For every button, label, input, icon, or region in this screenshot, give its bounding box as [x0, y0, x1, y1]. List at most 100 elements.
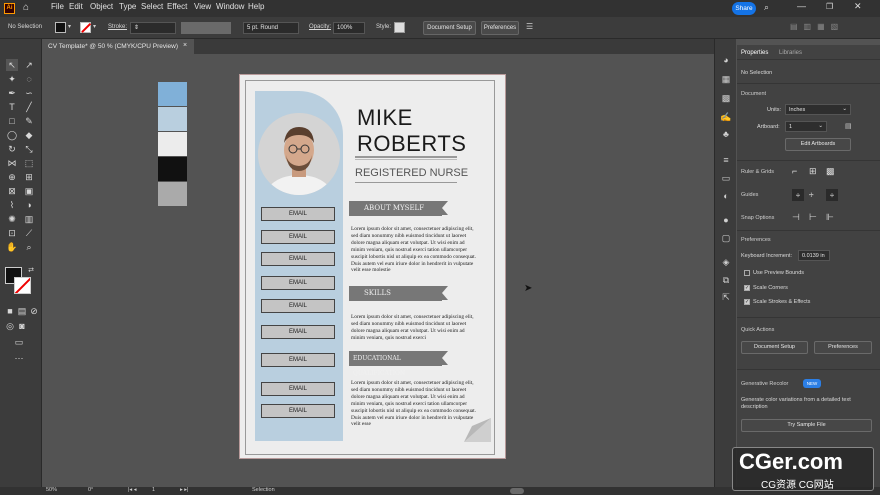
share-button[interactable]: Share: [732, 2, 756, 15]
menu-type[interactable]: Type: [119, 2, 136, 11]
email-box[interactable]: EMAIL: [261, 252, 335, 266]
free-transform-icon[interactable]: ⬚: [23, 157, 35, 169]
email-box[interactable]: EMAIL: [261, 230, 335, 244]
snap-point-icon[interactable]: ⊣: [792, 212, 800, 223]
menu-view[interactable]: View: [194, 2, 211, 11]
smart-guides-icon[interactable]: ⧾: [826, 189, 838, 201]
paintbrush-icon[interactable]: ✎: [23, 115, 35, 127]
tab-close-icon[interactable]: ×: [183, 42, 187, 49]
email-box[interactable]: EMAIL: [261, 382, 335, 396]
email-box[interactable]: EMAIL: [261, 325, 335, 339]
profile-photo[interactable]: [258, 113, 340, 195]
stroke-swatch[interactable]: [80, 22, 91, 33]
fill-swatch[interactable]: [55, 22, 66, 33]
page-nav[interactable]: |◂ ◂: [128, 487, 136, 493]
email-box[interactable]: EMAIL: [261, 353, 335, 367]
lasso-icon[interactable]: ◌: [23, 73, 35, 85]
artboard-tool-icon[interactable]: ⊡: [6, 227, 18, 239]
keyboard-increment-field[interactable]: 0.0139 in: [798, 250, 830, 261]
menu-select[interactable]: Select: [141, 2, 163, 11]
color-guide-icon[interactable]: ▦: [720, 73, 732, 85]
artboards-icon[interactable]: ⧉: [720, 274, 732, 286]
screen-mode-icon[interactable]: ▭: [13, 336, 25, 348]
stroke-color-icon[interactable]: [14, 277, 31, 294]
preferences-button[interactable]: Preferences: [481, 21, 519, 35]
stroke-panel-icon[interactable]: ≡: [720, 154, 732, 166]
gradient-panel-icon[interactable]: ▭: [720, 172, 732, 184]
cv-last-name[interactable]: ROBERTS: [357, 131, 466, 157]
stroke-weight-field[interactable]: ⇕: [130, 22, 176, 34]
section-ribbon-education[interactable]: EDUCATIONAL QUALIFICATION: [349, 351, 448, 377]
eraser-icon[interactable]: ◆: [23, 129, 35, 141]
document-tab[interactable]: CV Template* @ 50 % (CMYK/CPU Preview) ×: [42, 39, 194, 54]
width-tool-icon[interactable]: ⋈: [6, 157, 18, 169]
zoom-tool-icon[interactable]: ⌕: [23, 241, 35, 253]
symbols-icon[interactable]: ♣: [720, 128, 732, 140]
email-box[interactable]: EMAIL: [261, 276, 335, 290]
tab-libraries[interactable]: Libraries: [779, 50, 802, 56]
email-box[interactable]: EMAIL: [261, 207, 335, 221]
color-swatch[interactable]: [158, 82, 187, 106]
try-sample-file-button[interactable]: Try Sample File: [741, 419, 872, 432]
show-guides-icon[interactable]: ⧾: [792, 189, 804, 201]
use-preview-bounds-checkbox[interactable]: [744, 270, 750, 276]
home-icon[interactable]: ⌂: [23, 2, 29, 13]
menu-edit[interactable]: Edit: [69, 2, 83, 11]
page-number[interactable]: 1: [152, 487, 155, 493]
shaper-icon[interactable]: ◯: [6, 129, 18, 141]
zoom-level[interactable]: 50%: [46, 487, 57, 493]
units-select[interactable]: Inches ⌄: [785, 104, 851, 115]
restore-icon[interactable]: ❐: [826, 2, 833, 11]
grid-icon[interactable]: ⊞: [809, 166, 817, 177]
rotate-icon[interactable]: ↻: [6, 143, 18, 155]
none-mode-icon[interactable]: ⊘: [28, 305, 40, 317]
tab-properties[interactable]: Properties: [741, 50, 768, 56]
section-ribbon-skills[interactable]: SKILLS: [349, 286, 448, 301]
variable-width-profile[interactable]: [181, 22, 231, 34]
color-panel-icon[interactable]: ◕: [720, 54, 732, 66]
close-icon[interactable]: ✕: [854, 1, 862, 12]
rectangle-tool-icon[interactable]: □: [6, 115, 18, 127]
appearance-icon[interactable]: ●: [720, 214, 732, 226]
more-tools-icon[interactable]: ⋯: [13, 352, 25, 364]
status-mode[interactable]: Selection: [252, 487, 275, 493]
type-tool-icon[interactable]: T: [6, 101, 18, 113]
illustrator-logo-icon[interactable]: Ai: [4, 3, 15, 14]
section-ribbon-about[interactable]: ABOUT MYSELF: [349, 201, 448, 216]
menu-window[interactable]: Window: [216, 2, 244, 11]
style-swatch[interactable]: [394, 22, 405, 33]
blend-icon[interactable]: ◑: [23, 199, 35, 211]
slice-icon[interactable]: ⟋: [23, 227, 35, 239]
eyedropper-icon[interactable]: ⌇: [6, 199, 18, 211]
artboard-select[interactable]: 1 ⌄: [785, 121, 827, 132]
preferences-button[interactable]: Preferences: [814, 341, 872, 354]
horizontal-scrollbar[interactable]: [510, 488, 524, 494]
scale-corners-checkbox[interactable]: ✓: [744, 285, 750, 291]
ruler-icon[interactable]: ⌐: [792, 166, 797, 176]
cv-role[interactable]: REGISTERED NURSE: [355, 167, 468, 179]
snap-pixel-icon[interactable]: ⊩: [826, 212, 834, 223]
brushes-icon[interactable]: ✍: [720, 111, 732, 123]
symbol-sprayer-icon[interactable]: ✺: [6, 213, 18, 225]
brush-definition-field[interactable]: 5 pt. Round: [243, 22, 299, 34]
color-swatch[interactable]: [158, 132, 187, 156]
scale-strokes-checkbox[interactable]: ✓: [744, 299, 750, 305]
direct-selection-tool-icon[interactable]: ↗: [23, 59, 35, 71]
arrange-icon[interactable]: ☰: [526, 22, 533, 31]
color-swatch[interactable]: [158, 182, 187, 206]
chevron-down-icon[interactable]: ▾: [93, 23, 96, 30]
education-text[interactable]: Lorem ipsum dolor sit amet, consectetuer…: [351, 380, 477, 428]
color-swatch[interactable]: [158, 107, 187, 131]
lock-guides-icon[interactable]: ⧾: [809, 189, 814, 200]
snap-grid-icon[interactable]: ⊢: [809, 212, 817, 223]
cv-first-name[interactable]: MIKE: [357, 105, 413, 131]
document-setup-button[interactable]: Document Setup: [741, 341, 808, 354]
page-nav-next[interactable]: ▸ ▸|: [180, 487, 188, 493]
document-setup-button[interactable]: Document Setup: [423, 21, 476, 35]
draw-mode-icon[interactable]: ◎: [4, 320, 16, 332]
magic-wand-icon[interactable]: ✦: [6, 73, 18, 85]
swatches-icon[interactable]: ▩: [720, 92, 732, 104]
hand-tool-icon[interactable]: ✋: [6, 241, 18, 253]
menu-help[interactable]: Help: [248, 2, 264, 11]
shape-builder-icon[interactable]: ⊕: [6, 171, 18, 183]
